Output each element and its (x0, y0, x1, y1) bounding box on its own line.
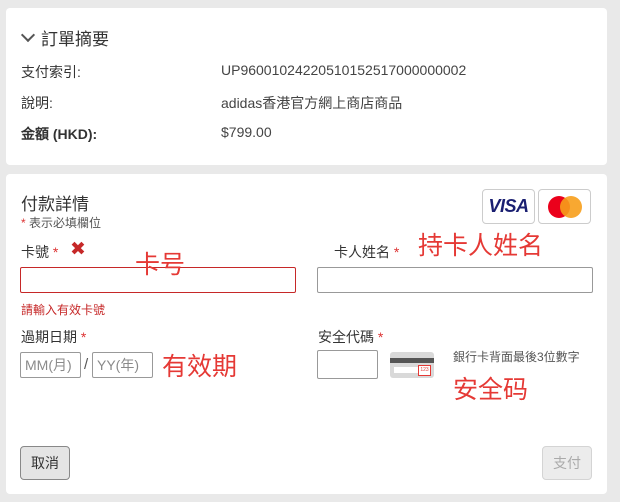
annotation-cvv: 安全码 (453, 375, 529, 404)
annotation-card-number: 卡号 (135, 250, 186, 279)
visa-logo-text: VISA (488, 196, 529, 216)
required-note: * 表示必填欄位 (21, 216, 102, 230)
expiry-separator: / (84, 356, 89, 373)
card-number-label: 卡號 * (21, 244, 59, 260)
payment-details-panel: 付款詳情 * 表示必填欄位 VISA 卡號 * ✖ 請輸入有效卡號 卡号 卡人姓… (6, 174, 607, 494)
pay-button[interactable]: 支付 (542, 446, 592, 480)
cvv-label: 安全代碼 * (318, 329, 384, 345)
cancel-button[interactable]: 取消 (20, 446, 70, 480)
mastercard-logo (538, 189, 591, 224)
order-summary-toggle[interactable]: 訂單摘要 (20, 25, 109, 50)
annotation-cardholder: 持卡人姓名 (418, 231, 544, 260)
cvv-hint: 銀行卡背面最後3位數字 (453, 350, 580, 364)
order-summary-panel: 訂單摘要 支付索引: UP960010242205101525170000000… (6, 8, 607, 165)
cardholder-input[interactable] (317, 267, 593, 293)
cvv-input[interactable] (317, 350, 378, 379)
expiry-month-input[interactable] (20, 352, 81, 378)
visa-logo: VISA (482, 189, 535, 224)
order-summary-title: 訂單摘要 (41, 30, 109, 49)
cardholder-label: 卡人姓名 * (334, 244, 400, 260)
expiry-label: 過期日期 * (21, 329, 87, 345)
amount-label: 金額 (HKD): (21, 126, 98, 142)
expiry-year-input[interactable] (92, 352, 153, 378)
card-back-cvv-icon: 123 (390, 352, 434, 378)
annotation-expiry: 有效期 (162, 352, 238, 381)
payment-index-value: UP96001024220510152517000000002 (221, 62, 467, 78)
chevron-down-icon (20, 27, 36, 43)
payment-index-label: 支付索引: (21, 64, 81, 80)
card-number-error: 請輸入有效卡號 (21, 303, 106, 317)
error-x-icon: ✖ (70, 239, 86, 260)
description-value: adidas香港官方網上商店商品 (221, 95, 403, 111)
description-label: 說明: (21, 95, 53, 111)
amount-value: $799.00 (221, 124, 272, 140)
mastercard-icon (547, 195, 582, 218)
payment-details-title: 付款詳情 (21, 195, 89, 214)
